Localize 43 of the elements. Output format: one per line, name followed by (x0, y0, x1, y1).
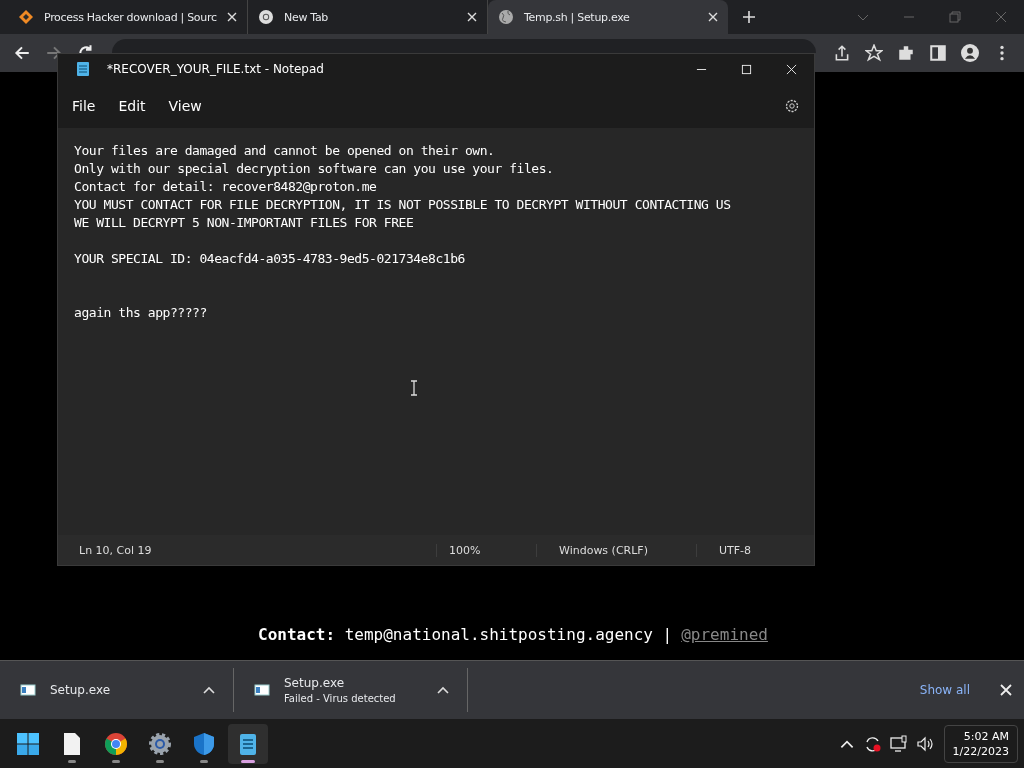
globe-icon (498, 9, 514, 25)
maximize-icon[interactable] (741, 63, 752, 75)
status-text: Windows (CRLF) (536, 543, 696, 557)
sidebar-icon[interactable] (929, 44, 947, 62)
window-title: *RECOVER_YOUR_FILE.txt - Notepad (107, 62, 325, 76)
gear-icon (148, 731, 172, 756)
back-icon[interactable] (13, 44, 31, 62)
clock[interactable]: 5:02 AM 1/22/2023 (943, 724, 1018, 763)
contact-text: Contact: temp@national.shitposting.agency | (258, 625, 673, 644)
chrome-icon (104, 731, 128, 756)
browser-tab[interactable]: Temp.sh | Setup.exe (488, 0, 728, 34)
file-icon (20, 684, 36, 696)
diamond-icon (18, 9, 34, 25)
sync-icon[interactable] (863, 734, 882, 753)
show-all-button[interactable]: Show all (915, 677, 974, 703)
share-icon[interactable] (833, 44, 851, 62)
profile-link[interactable]: @premined (681, 625, 768, 644)
caret-icon[interactable] (437, 686, 449, 694)
volume-icon[interactable] (915, 734, 934, 753)
caret-icon[interactable] (203, 686, 215, 694)
puzzle-icon[interactable] (897, 44, 915, 62)
star-icon[interactable] (865, 44, 883, 62)
new-tab-icon[interactable] (742, 10, 756, 24)
reload-icon[interactable] (77, 44, 95, 53)
download-item[interactable]: Setup.exe (0, 668, 234, 712)
notepad-icon (76, 61, 90, 77)
download-item[interactable]: Setup.exe Failed - Virus detected (234, 668, 468, 712)
text-cursor-icon (410, 380, 418, 396)
windows-logo-icon (16, 731, 40, 756)
menu-item[interactable]: File (72, 98, 96, 114)
network-icon[interactable] (889, 734, 908, 753)
file-icon (254, 684, 270, 696)
menu-item[interactable]: Edit (118, 98, 146, 114)
taskbar-app[interactable] (228, 723, 268, 764)
settings-icon[interactable] (784, 98, 800, 114)
status-text: Ln 10, Col 19 (78, 543, 153, 557)
forward-icon[interactable] (45, 44, 63, 62)
status-text: 100% (436, 543, 536, 557)
shield-icon (192, 731, 216, 756)
chrome-icon (258, 9, 274, 25)
menu-item[interactable]: View (168, 98, 202, 114)
status-text: UTF-8 (696, 543, 752, 557)
profile-icon[interactable] (961, 44, 979, 62)
